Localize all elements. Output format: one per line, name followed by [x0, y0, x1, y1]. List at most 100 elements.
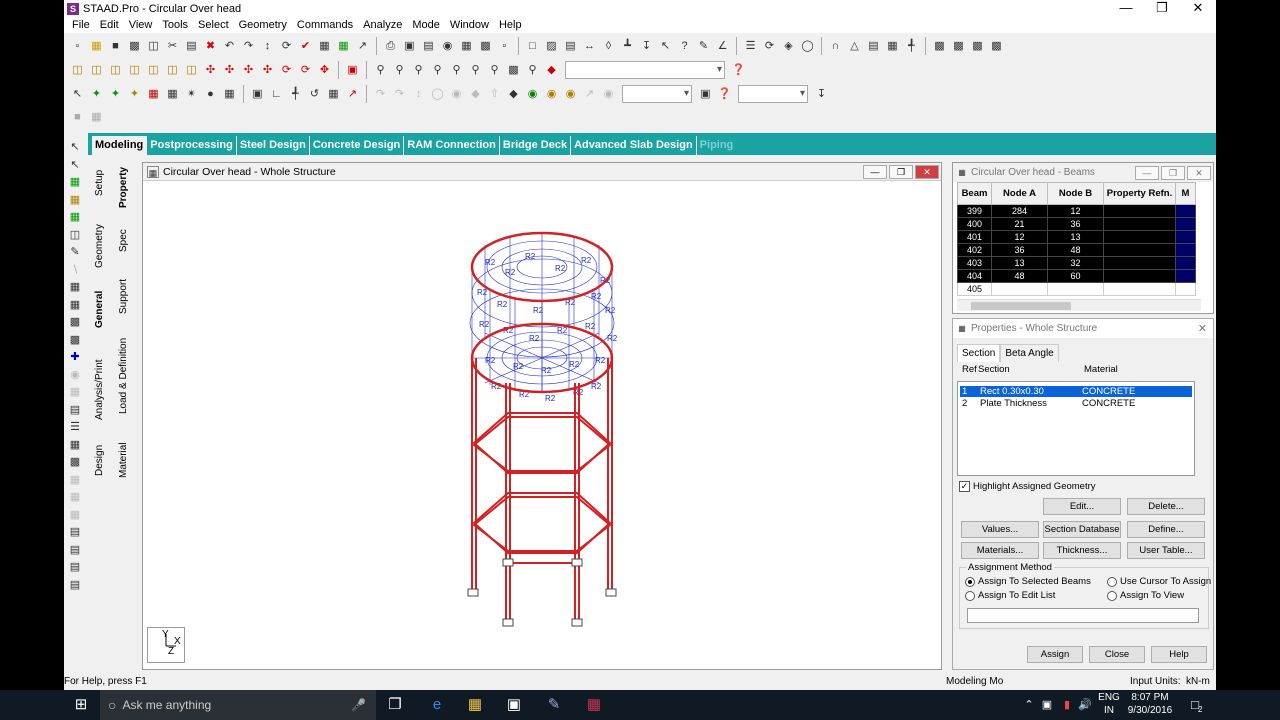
windows-start-icon[interactable]: ⊞ [72, 697, 90, 713]
page-support[interactable]: Support [118, 279, 129, 314]
translational-repeat-icon[interactable]: ▦ [326, 86, 342, 102]
wall-icon[interactable]: ▦ [885, 38, 901, 54]
window-icon[interactable]: □ [525, 38, 541, 54]
down-arrow-icon[interactable]: ↧ [814, 86, 830, 102]
node-cursor-icon[interactable]: ↖ [67, 139, 83, 155]
parallel-select-icon[interactable]: ▩ [67, 314, 83, 330]
zoom-prev-icon[interactable]: ⚲ [468, 62, 484, 78]
show-window-icon[interactable]: ▣ [698, 86, 714, 102]
table-row[interactable]: 399 284 12 [957, 204, 1196, 218]
menu-tools[interactable]: Tools [157, 19, 193, 31]
volume-icon[interactable]: 🔊 [1076, 697, 1094, 713]
gen-select-icon[interactable]: ▦ [67, 297, 83, 313]
new-file-icon[interactable]: ▫ [70, 38, 86, 54]
battery-icon[interactable]: ▮ [1058, 697, 1076, 713]
results-icon[interactable]: ◉ [563, 86, 579, 102]
page-spec[interactable]: Spec [118, 229, 129, 252]
tab-ram-connection[interactable]: RAM Connection [404, 136, 500, 155]
maximize-button[interactable]: ❐ [1144, 0, 1180, 17]
table-row[interactable]: 403 13 32 [957, 256, 1196, 270]
page-general[interactable]: General [94, 291, 105, 328]
arch-icon[interactable]: ∩ [828, 38, 844, 54]
right-view-icon[interactable]: ◫ [146, 62, 162, 78]
menu-file[interactable]: File [67, 19, 95, 31]
surfaces-cursor-icon[interactable]: ▦ [165, 86, 181, 102]
value-spin-field[interactable] [738, 85, 808, 103]
beams-cursor-icon[interactable]: ✦ [108, 86, 124, 102]
table-row[interactable]: 401 12 13 [957, 230, 1196, 244]
page-property[interactable]: Property [118, 167, 129, 208]
tab-section[interactable]: Section [957, 344, 1001, 362]
surface-cursor-icon[interactable]: ▦ [67, 209, 83, 225]
front-view-icon[interactable]: ◫ [89, 62, 105, 78]
page-design[interactable]: Design [94, 445, 105, 476]
back-view-icon[interactable]: ◫ [108, 62, 124, 78]
zoom-in-icon[interactable]: ⚲ [411, 62, 427, 78]
thickness-button[interactable]: Thickness... [1043, 542, 1121, 559]
beams-minimize-button[interactable]: — [1135, 166, 1159, 180]
section-list[interactable]: Ref Section Material 1 Rect 0.30x0.30 CO… [957, 364, 1195, 476]
menu-commands[interactable]: Commands [292, 19, 358, 31]
undo-icon[interactable]: ↶ [222, 38, 238, 54]
tab-advanced-slab-design[interactable]: Advanced Slab Design [571, 136, 697, 155]
col-material[interactable]: M [1175, 182, 1196, 205]
rotate-icon[interactable]: ⟳ [279, 38, 295, 54]
connect-icon[interactable]: ↺ [307, 86, 323, 102]
col-property-refn[interactable]: Property Refn. [1103, 182, 1176, 205]
graph4-icon[interactable]: ▤ [67, 577, 83, 593]
values-button[interactable]: Values... [961, 521, 1039, 538]
chart-icon[interactable]: ▩ [67, 454, 83, 470]
user-table-button[interactable]: User Table... [1127, 542, 1205, 559]
translational-icon[interactable]: ☰ [743, 38, 759, 54]
menu-edit[interactable]: Edit [95, 19, 124, 31]
menu-select[interactable]: Select [193, 19, 234, 31]
member-icon[interactable]: ┻ [620, 38, 636, 54]
clipboard-icon[interactable]: ▦ [317, 38, 333, 54]
floor3-icon[interactable]: ▩ [970, 38, 986, 54]
check-icon[interactable]: ✔ [298, 38, 314, 54]
add-select-icon[interactable]: ✚ [67, 349, 83, 365]
open-folder-icon[interactable]: ▦ [89, 38, 105, 54]
rotate-down-icon[interactable]: ✣ [222, 62, 238, 78]
geometry-select-icon[interactable]: ◫ [67, 227, 83, 243]
solid-cursor-icon[interactable]: ▦ [67, 192, 83, 208]
load-icon[interactable]: ↧ [639, 38, 655, 54]
checkbox-box[interactable]: ✓ [959, 481, 970, 492]
column-icon[interactable]: ╃ [904, 38, 920, 54]
page-load-definition[interactable]: Load & Definition [118, 338, 129, 414]
horizontal-scrollbar[interactable] [957, 299, 1201, 311]
arrow-icon[interactable]: ↗ [355, 38, 371, 54]
pan-icon[interactable]: ✥ [317, 62, 333, 78]
nodes-cursor-icon[interactable]: ✦ [89, 86, 105, 102]
label-icon[interactable]: ◆ [506, 86, 522, 102]
list-item[interactable]: 1 Rect 0.30x0.30 CONCRETE [960, 386, 1192, 397]
zoom-extents-icon[interactable]: ⚲ [449, 62, 465, 78]
print-preview-icon[interactable]: ▣ [402, 38, 418, 54]
mesh-icon[interactable]: ◉ [525, 86, 541, 102]
edge-browser-icon[interactable]: e [428, 697, 446, 713]
snap-node-icon[interactable]: ▣ [250, 86, 266, 102]
measure-icon[interactable]: ∠ [715, 38, 731, 54]
menu-geometry[interactable]: Geometry [234, 19, 292, 31]
menu-help[interactable]: Help [494, 19, 527, 31]
properties-close-icon[interactable]: ✕ [1198, 322, 1207, 335]
physical-cursor-icon[interactable]: ● [203, 86, 219, 102]
page-setup[interactable]: Setup [94, 170, 105, 196]
beams-restore-button[interactable]: ❐ [1161, 166, 1185, 180]
list-icon[interactable]: ☰ [67, 419, 83, 435]
fit-window-icon[interactable]: ▣ [345, 62, 361, 78]
zoom-out-icon[interactable]: ⚲ [430, 62, 446, 78]
query-window-icon[interactable]: ❓ [717, 86, 733, 102]
picture-icon[interactable]: ▦ [459, 38, 475, 54]
delete-button[interactable]: Delete... [1127, 498, 1205, 515]
store-icon[interactable]: ▣ [505, 697, 523, 713]
color-select-icon[interactable]: ▩ [67, 332, 83, 348]
zoom-window-icon[interactable]: ⚲ [373, 62, 389, 78]
tab-modeling[interactable]: Modeling [92, 136, 148, 155]
spin-right-icon[interactable]: ⟳ [298, 62, 314, 78]
beam-icon[interactable]: ▤ [563, 38, 579, 54]
table-row[interactable]: 402 36 48 [957, 243, 1196, 257]
line-icon[interactable]: ∖ [67, 262, 83, 278]
mdi-restore-button[interactable]: ❐ [889, 165, 913, 179]
menu-view[interactable]: View [124, 19, 158, 31]
